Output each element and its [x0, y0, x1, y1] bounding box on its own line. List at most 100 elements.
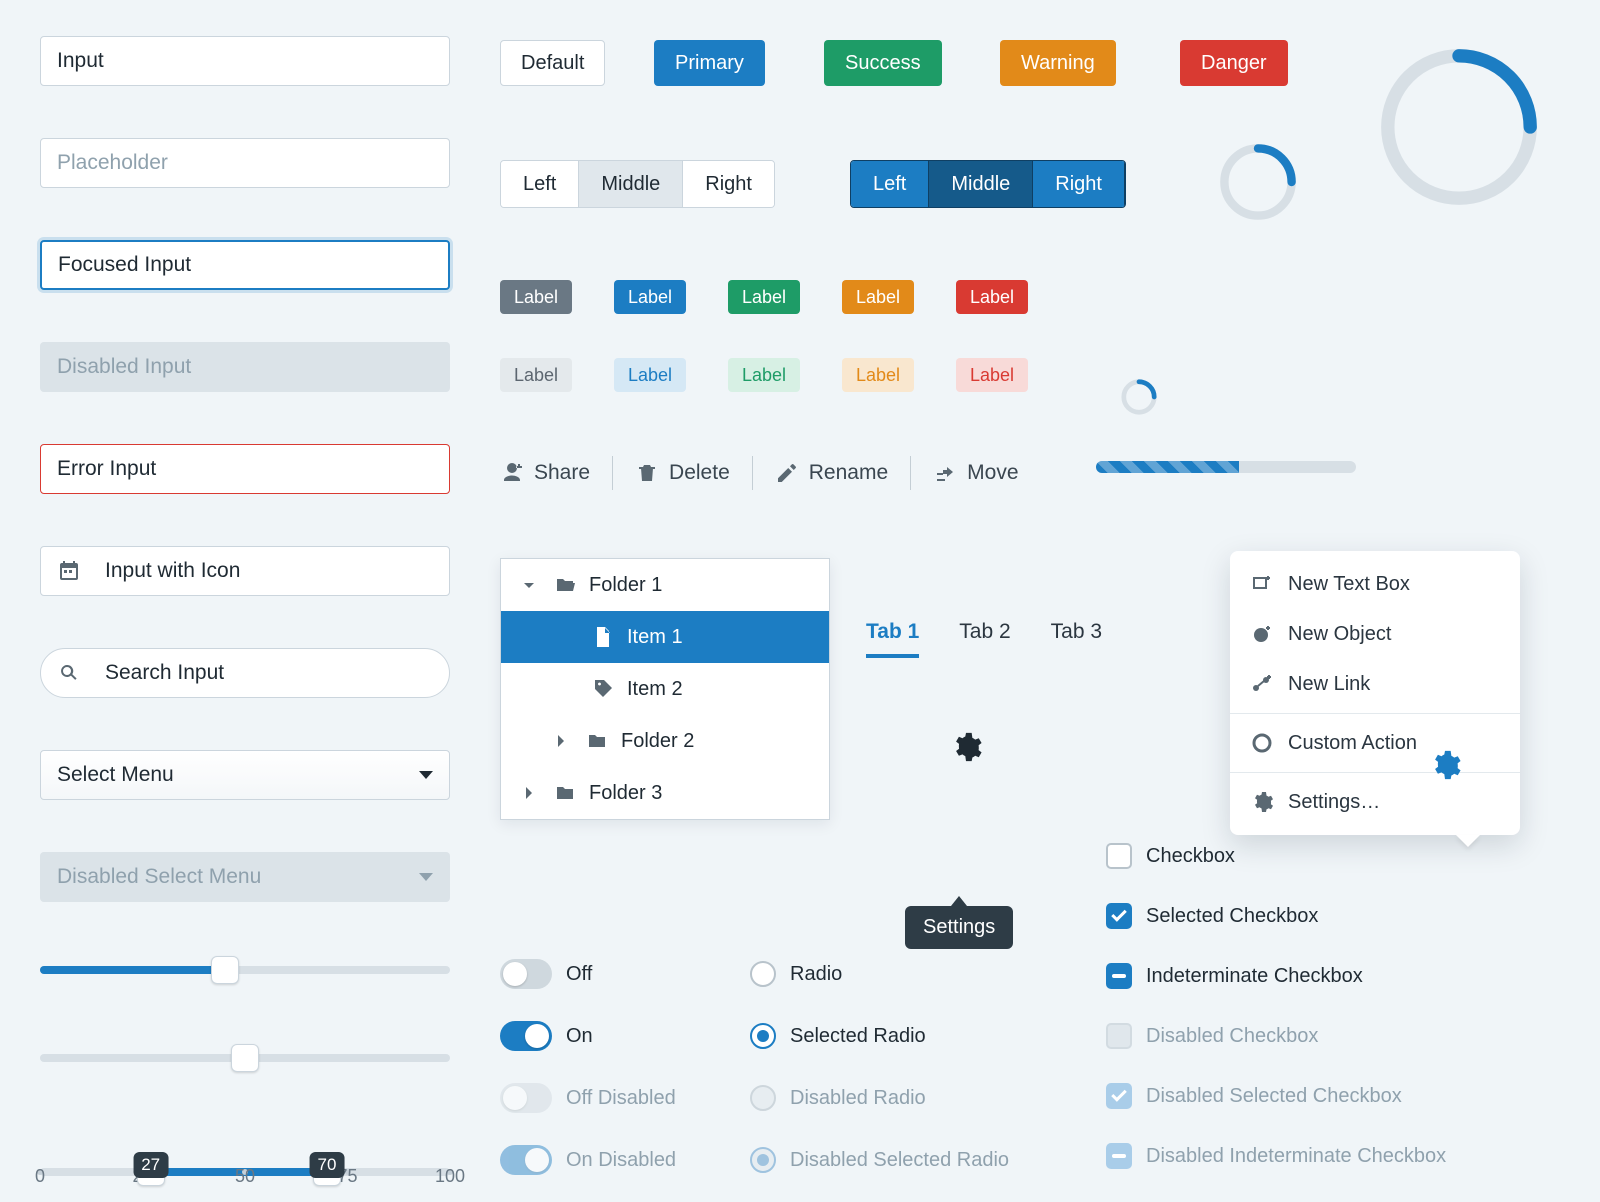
slider-thumb[interactable]	[231, 1044, 259, 1072]
tree-label: Item 2	[627, 678, 683, 701]
select-label: Disabled Select Menu	[57, 865, 261, 889]
danger-button[interactable]: Danger	[1180, 40, 1288, 86]
segment-right[interactable]: Right	[1033, 161, 1125, 207]
primary-button[interactable]: Primary	[654, 40, 765, 86]
error-input[interactable]: Error Input	[40, 444, 450, 494]
select-label: Select Menu	[57, 763, 174, 787]
file-icon	[591, 625, 615, 649]
checkbox-selected-row: Selected Checkbox	[1106, 894, 1446, 938]
tree-label: Item 1	[627, 626, 683, 649]
select-menu[interactable]: Select Menu	[40, 750, 450, 800]
search-input[interactable]: Search Input	[40, 648, 450, 698]
pencil-icon	[775, 461, 799, 485]
link-plus-icon	[1250, 672, 1274, 696]
slider-single[interactable]	[40, 956, 450, 984]
segment-left[interactable]: Left	[501, 161, 579, 207]
switch-on[interactable]	[500, 1021, 552, 1051]
placeholder-input[interactable]: Placeholder	[40, 138, 450, 188]
gear-icon	[1250, 790, 1274, 814]
menu-custom-action[interactable]: Custom Action	[1230, 718, 1520, 768]
slider-tick-label: 0	[35, 1166, 45, 1187]
tab-2[interactable]: Tab 2	[959, 620, 1010, 658]
slider-thumb[interactable]	[211, 956, 239, 984]
slider-centered[interactable]	[40, 1044, 450, 1072]
separator	[910, 456, 911, 490]
switch-off-disabled	[500, 1083, 552, 1113]
tab-3[interactable]: Tab 3	[1051, 620, 1102, 658]
radio-label: Disabled Radio	[790, 1087, 926, 1110]
checkbox[interactable]	[1106, 843, 1132, 869]
move-action[interactable]: Move	[933, 461, 1018, 485]
spinner-medium	[1216, 140, 1300, 224]
default-button[interactable]: Default	[500, 40, 605, 86]
select-menu-disabled: Disabled Select Menu	[40, 852, 450, 902]
share-action[interactable]: Share	[500, 461, 590, 485]
radio-selected[interactable]	[750, 1023, 776, 1049]
slider-range[interactable]: 0 25 50 75 100 27 70	[40, 1142, 450, 1202]
menu-settings[interactable]: Settings…	[1230, 777, 1520, 827]
gear-icon[interactable]	[949, 730, 983, 764]
radio-disabled	[750, 1085, 776, 1111]
context-menu: New Text Box New Object New Link Custom …	[1230, 551, 1520, 835]
menu-divider	[1230, 713, 1520, 714]
menu-label: Custom Action	[1288, 732, 1417, 755]
circle-plus-icon	[1250, 622, 1274, 646]
tag-warning-soft: Label	[842, 358, 914, 392]
radio-disabled-row: Disabled Radio	[750, 1076, 1009, 1120]
switch-label: On Disabled	[566, 1149, 676, 1172]
checkbox-label: Indeterminate Checkbox	[1146, 965, 1363, 988]
menu-new-text[interactable]: New Text Box	[1230, 559, 1520, 609]
separator	[752, 456, 753, 490]
radio-label: Disabled Selected Radio	[790, 1149, 1009, 1172]
tab-1[interactable]: Tab 1	[866, 620, 919, 658]
checkbox-indeterminate[interactable]	[1106, 963, 1132, 989]
slider-value-low: 27	[133, 1152, 168, 1178]
folder-open-icon	[553, 573, 577, 597]
segmented-control-light: Left Middle Right	[500, 160, 775, 208]
radio-disabled-selected-row: Disabled Selected Radio	[750, 1138, 1009, 1182]
slider-tick-label: 50	[235, 1166, 255, 1187]
switch-on-disabled	[500, 1145, 552, 1175]
rename-action[interactable]: Rename	[775, 461, 888, 485]
checkbox-selected[interactable]	[1106, 903, 1132, 929]
checkbox-label: Selected Checkbox	[1146, 905, 1318, 928]
tree-folder-1[interactable]: Folder 1	[501, 559, 829, 611]
progress-bar	[1096, 461, 1356, 473]
gear-icon[interactable]	[1428, 748, 1462, 782]
delete-action[interactable]: Delete	[635, 461, 730, 485]
menu-label: New Link	[1288, 673, 1370, 696]
tag-grey-soft: Label	[500, 358, 572, 392]
segment-right[interactable]: Right	[683, 161, 774, 207]
circle-outline-icon	[1250, 731, 1274, 755]
tag-success-soft: Label	[728, 358, 800, 392]
tree-item-1[interactable]: Item 1	[501, 611, 829, 663]
tree-folder-2[interactable]: Folder 2	[501, 715, 829, 767]
success-button[interactable]: Success	[824, 40, 942, 86]
action-label: Share	[534, 461, 590, 485]
progress-fill	[1096, 461, 1239, 473]
menu-divider	[1230, 772, 1520, 773]
tooltip: Settings	[905, 906, 1013, 949]
radio-row: Radio	[750, 952, 1009, 996]
segment-middle[interactable]: Middle	[929, 161, 1033, 207]
tree-folder-3[interactable]: Folder 3	[501, 767, 829, 819]
icon-input[interactable]: Input with Icon	[40, 546, 450, 596]
tag-success: Label	[728, 280, 800, 314]
menu-new-object[interactable]: New Object	[1230, 609, 1520, 659]
warning-button[interactable]: Warning	[1000, 40, 1116, 86]
separator	[612, 456, 613, 490]
segment-middle[interactable]: Middle	[579, 161, 683, 207]
menu-new-link[interactable]: New Link	[1230, 659, 1520, 709]
tree-label: Folder 1	[589, 574, 662, 597]
checkbox-disabled-row: Disabled Checkbox	[1106, 1014, 1446, 1058]
radio-unselected[interactable]	[750, 961, 776, 987]
focused-input[interactable]: Focused Input	[40, 240, 450, 290]
menu-label: New Object	[1288, 623, 1391, 646]
caret-down-icon	[419, 873, 433, 881]
action-label: Rename	[809, 461, 888, 485]
text-input[interactable]: Input	[40, 36, 450, 86]
switch-off[interactable]	[500, 959, 552, 989]
tree-view: Folder 1 Item 1 Item 2 Folder 2 Folder 3	[500, 558, 830, 820]
segment-left[interactable]: Left	[851, 161, 929, 207]
tree-item-2[interactable]: Item 2	[501, 663, 829, 715]
